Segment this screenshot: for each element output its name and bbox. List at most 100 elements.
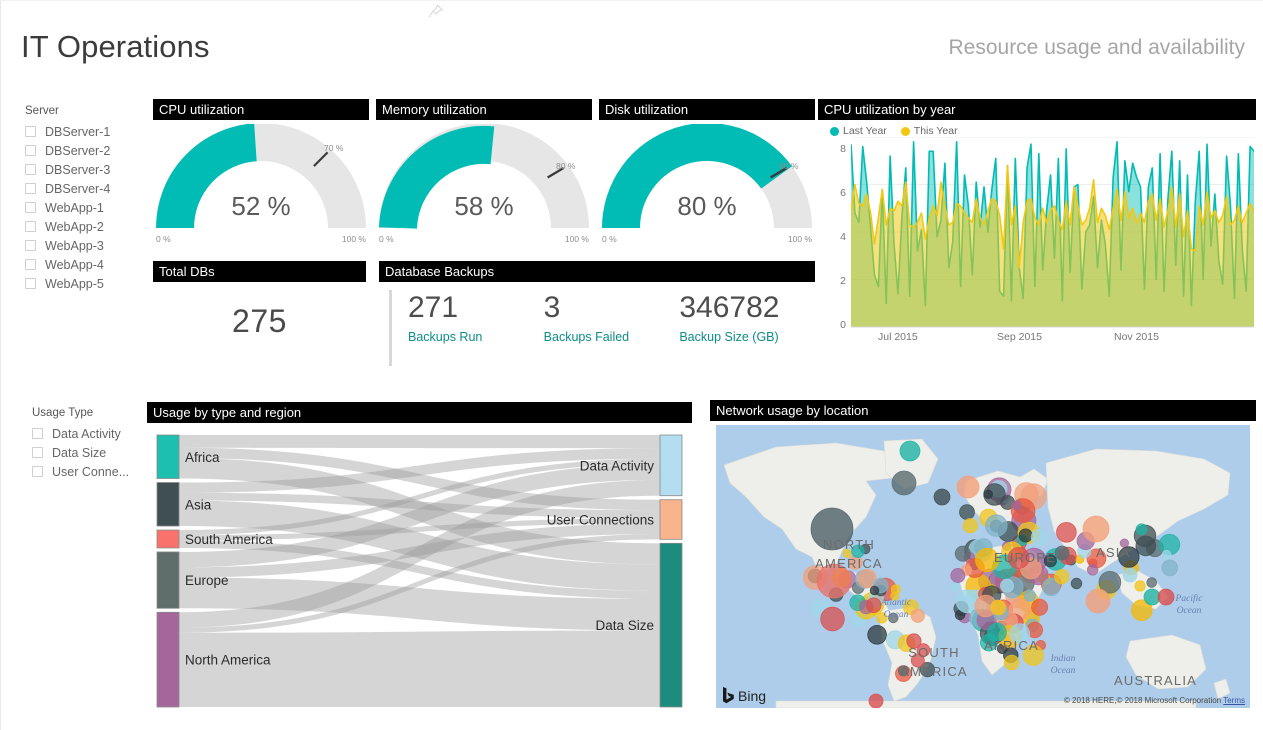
map-bubble[interactable] (960, 505, 975, 520)
map-bubble[interactable] (1158, 589, 1174, 605)
checkbox-icon[interactable] (32, 466, 43, 477)
map-bubble[interactable] (911, 609, 924, 622)
checkbox-icon[interactable] (25, 126, 36, 137)
map-bubble[interactable] (1123, 568, 1137, 582)
sankey-node[interactable] (157, 612, 179, 707)
map-bubble[interactable] (1010, 624, 1030, 644)
slicer-option-webapp-5[interactable]: WebApp-5 (25, 274, 145, 293)
checkbox-icon[interactable] (25, 221, 36, 232)
map-bubble[interactable] (1119, 547, 1140, 568)
map-bubble[interactable] (988, 623, 1007, 642)
map-bubble[interactable] (976, 548, 999, 571)
checkbox-icon[interactable] (32, 447, 43, 458)
map-bubble[interactable] (877, 613, 887, 623)
map-bubble[interactable] (868, 625, 887, 644)
map-bubble[interactable] (1147, 578, 1157, 588)
map-bubble[interactable] (991, 600, 1006, 615)
map-bubble[interactable] (984, 490, 993, 499)
map-bubble[interactable] (1055, 570, 1069, 584)
sankey-node[interactable] (157, 552, 179, 608)
sankey-node[interactable] (660, 543, 682, 707)
world-map[interactable]: NORTH AMERICA SOUTH AMERICA EUROPE ASIA … (716, 425, 1250, 708)
map-bubble[interactable] (1136, 524, 1147, 535)
checkbox-icon[interactable] (25, 240, 36, 251)
slicer-option-data-size[interactable]: Data Size (32, 443, 152, 462)
tile-database-backups[interactable]: Database Backups 271 Backups Run 3 Backu… (379, 261, 815, 366)
slicer-option-dbserver-2[interactable]: DBServer-2 (25, 141, 145, 160)
map-bubble[interactable] (1162, 550, 1171, 559)
tile-total-dbs[interactable]: Total DBs 275 (153, 261, 366, 361)
sankey-node[interactable] (157, 530, 179, 548)
sankey-node[interactable] (660, 435, 682, 496)
map-bubble[interactable] (907, 634, 921, 648)
sankey-link[interactable] (179, 435, 660, 448)
slicer-option-dbserver-4[interactable]: DBServer-4 (25, 179, 145, 198)
checkbox-icon[interactable] (25, 278, 36, 289)
map-bubble[interactable] (1162, 560, 1178, 576)
checkbox-icon[interactable] (25, 164, 36, 175)
map-bubble[interactable] (811, 508, 853, 550)
tile-cpu-utilization[interactable]: CPU utilization 52 % 0 % 100 % 70 % (153, 99, 369, 246)
map-bubble[interactable] (950, 582, 960, 592)
map-bubble[interactable] (1055, 546, 1069, 560)
map-bubble[interactable] (1044, 555, 1056, 567)
map-bubble[interactable] (1004, 655, 1019, 670)
pin-icon[interactable] (425, 3, 445, 21)
map-bubble[interactable] (1024, 590, 1036, 602)
tile-usage-by-type-and-region[interactable]: Usage by type and region AfricaAsiaSouth… (147, 402, 692, 714)
map-bubble[interactable] (891, 585, 900, 594)
map-bubble[interactable] (1071, 578, 1082, 589)
checkbox-icon[interactable] (25, 202, 36, 213)
map-bubble[interactable] (892, 471, 916, 495)
slicer-option-webapp-1[interactable]: WebApp-1 (25, 198, 145, 217)
sankey-link[interactable] (179, 630, 660, 707)
map-bubble[interactable] (957, 476, 979, 498)
sankey-node[interactable] (660, 500, 682, 540)
slicer-option-webapp-4[interactable]: WebApp-4 (25, 255, 145, 274)
sankey-node[interactable] (157, 483, 179, 527)
tile-memory-utilization[interactable]: Memory utilization 58 % 0 % 100 % 80 % (376, 99, 592, 246)
tile-network-usage-by-location[interactable]: Network usage by location NORTH AMERICA … (710, 400, 1256, 712)
tile-disk-utilization[interactable]: Disk utilization 80 % 0 % 100 % 80 % (599, 99, 815, 246)
map-bubble[interactable] (1083, 516, 1109, 542)
map-bubble[interactable] (1023, 645, 1043, 665)
map-bubble[interactable] (1019, 529, 1032, 542)
map-bubble[interactable] (869, 694, 883, 708)
checkbox-icon[interactable] (32, 428, 43, 439)
map-bubble[interactable] (1032, 599, 1048, 615)
map-bubble[interactable] (898, 666, 908, 676)
slicer-option-webapp-2[interactable]: WebApp-2 (25, 217, 145, 236)
map-bubble[interactable] (911, 654, 924, 667)
map-bubble[interactable] (900, 441, 920, 461)
map-bubble[interactable] (870, 586, 879, 595)
slicer-option-data-activity[interactable]: Data Activity (32, 424, 152, 443)
map-bubble[interactable] (1000, 579, 1013, 592)
map-bubble[interactable] (1144, 589, 1160, 605)
map-bubble[interactable] (843, 549, 851, 557)
legend-item-this-year[interactable]: This Year (901, 125, 958, 137)
checkbox-icon[interactable] (25, 145, 36, 156)
slicer-option-webapp-3[interactable]: WebApp-3 (25, 236, 145, 255)
sankey-node[interactable] (157, 435, 179, 479)
slicer-option-dbserver-1[interactable]: DBServer-1 (25, 122, 145, 141)
map-bubble[interactable] (852, 545, 865, 558)
map-bubble[interactable] (1031, 529, 1047, 545)
map-bubble[interactable] (889, 613, 899, 623)
bing-logo[interactable]: Bing (722, 687, 766, 704)
map-bubble[interactable] (817, 564, 851, 598)
tile-cpu-by-year[interactable]: CPU utilization by year Last Year This Y… (818, 99, 1256, 367)
slicer-option-user-connections[interactable]: User Conne... (32, 462, 152, 481)
map-bubble[interactable] (963, 519, 977, 533)
legend-item-last-year[interactable]: Last Year (830, 125, 887, 137)
map-bubble[interactable] (1057, 522, 1077, 542)
map-bubble[interactable] (955, 546, 970, 561)
map-bubble[interactable] (986, 515, 1008, 537)
checkbox-icon[interactable] (25, 183, 36, 194)
map-bubble[interactable] (1008, 547, 1029, 568)
map-bubble[interactable] (934, 489, 950, 505)
map-bubble[interactable] (821, 607, 845, 631)
map-bubble[interactable] (1087, 565, 1098, 576)
map-bubble[interactable] (1120, 539, 1128, 547)
map-bubble[interactable] (1012, 501, 1021, 510)
map-terms-link[interactable]: Terms (1223, 696, 1245, 705)
